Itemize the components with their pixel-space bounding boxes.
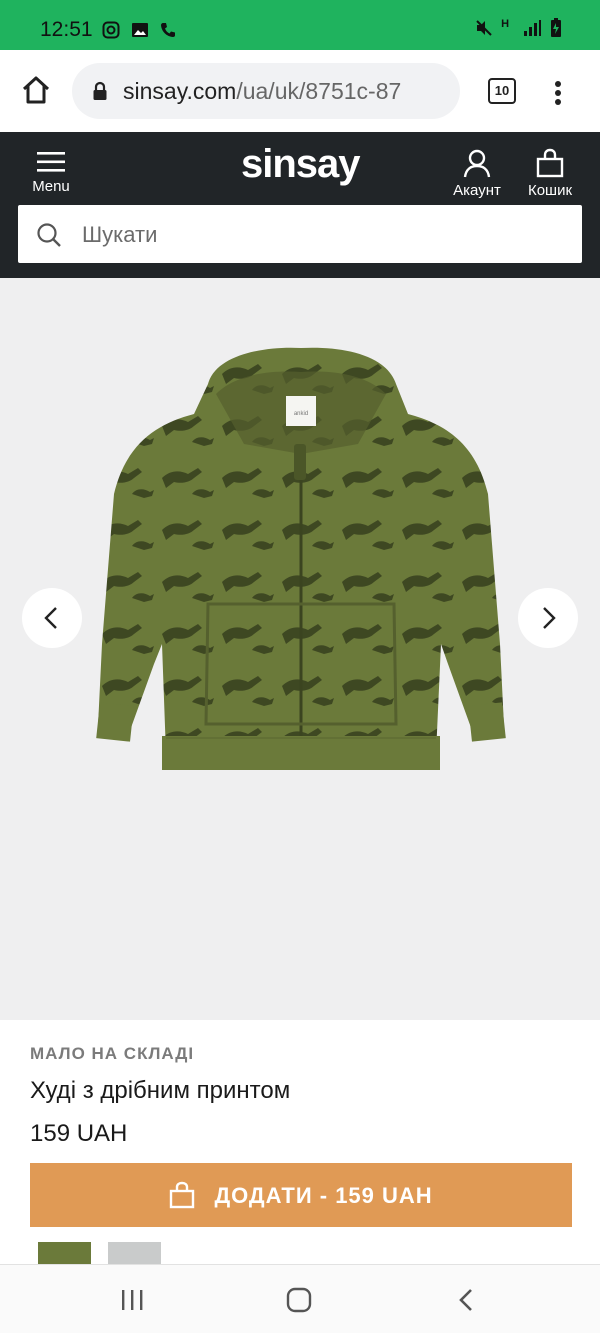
color-swatch-khaki[interactable] <box>38 1242 91 1264</box>
hoodie-product-image: ankid <box>96 347 506 770</box>
cart-button[interactable]: Кошик <box>522 148 578 199</box>
search-placeholder: Шукати <box>82 222 158 247</box>
search-input[interactable]: Шукати <box>18 205 582 263</box>
cart-label: Кошик <box>527 182 573 199</box>
home-icon <box>22 76 50 104</box>
url-bar[interactable]: sinsay.com/ua/uk/8751c-87 <box>72 63 460 119</box>
site-header: Menu sinsay Акаунт Кошик Шукати <box>0 132 600 278</box>
tabs-button[interactable]: 10 <box>488 78 516 104</box>
search-icon <box>37 223 61 247</box>
next-image-button[interactable] <box>518 588 578 648</box>
status-icons-left <box>102 19 177 39</box>
sinsay-logo[interactable]: sinsay <box>241 142 361 187</box>
chevron-left-icon <box>44 607 57 629</box>
more-options-icon[interactable] <box>552 80 564 106</box>
url-path: /ua/uk/8751c-87 <box>236 78 402 104</box>
url-text: sinsay.com/ua/uk/8751c-87 <box>123 78 401 105</box>
home-button[interactable] <box>18 72 54 108</box>
status-icons-right: H <box>475 18 562 38</box>
shopping-bag-icon <box>536 148 564 178</box>
product-title: Худі з дрібним принтом <box>30 1077 291 1104</box>
image-icon <box>131 22 148 37</box>
shopping-bag-icon <box>170 1181 195 1209</box>
brand-label: ankid <box>294 411 308 417</box>
recent-apps-icon[interactable] <box>120 1289 144 1311</box>
data-icon: H <box>501 18 514 30</box>
hamburger-icon <box>37 152 65 172</box>
add-to-cart-button[interactable]: ДОДАТИ - 159 UAH <box>30 1163 572 1227</box>
chevron-right-icon <box>543 607 556 629</box>
account-button[interactable]: Акаунт <box>446 148 508 199</box>
product-info: МАЛО НА СКЛАДІ Худі з дрібним принтом 15… <box>0 1020 600 1264</box>
account-label: Акаунт <box>453 182 501 199</box>
back-icon[interactable] <box>456 1287 478 1313</box>
battery-icon <box>551 18 561 37</box>
user-icon <box>463 149 491 178</box>
previous-image-button[interactable] <box>22 588 82 648</box>
menu-button[interactable]: Menu <box>24 150 78 195</box>
add-to-cart-label: ДОДАТИ - 159 UAH <box>214 1183 433 1208</box>
phone-icon <box>161 22 176 37</box>
url-host: sinsay.com <box>123 78 237 104</box>
product-price: 159 UAH <box>30 1120 128 1147</box>
signal-icon <box>523 20 541 36</box>
home-nav-icon[interactable] <box>286 1287 312 1313</box>
lock-icon <box>93 81 107 100</box>
system-navigation-bar <box>0 1264 600 1333</box>
mute-icon <box>475 20 492 36</box>
status-time: 12:51 <box>40 18 93 41</box>
browser-toolbar: sinsay.com/ua/uk/8751c-87 10 <box>0 50 600 132</box>
product-image-carousel[interactable]: ankid <box>0 278 600 1020</box>
status-bar: 12:51 H <box>0 0 600 50</box>
menu-label: Menu <box>32 178 70 195</box>
stock-status: МАЛО НА СКЛАДІ <box>30 1044 195 1063</box>
color-swatch-grey[interactable] <box>108 1242 161 1264</box>
instagram-icon <box>102 21 120 39</box>
